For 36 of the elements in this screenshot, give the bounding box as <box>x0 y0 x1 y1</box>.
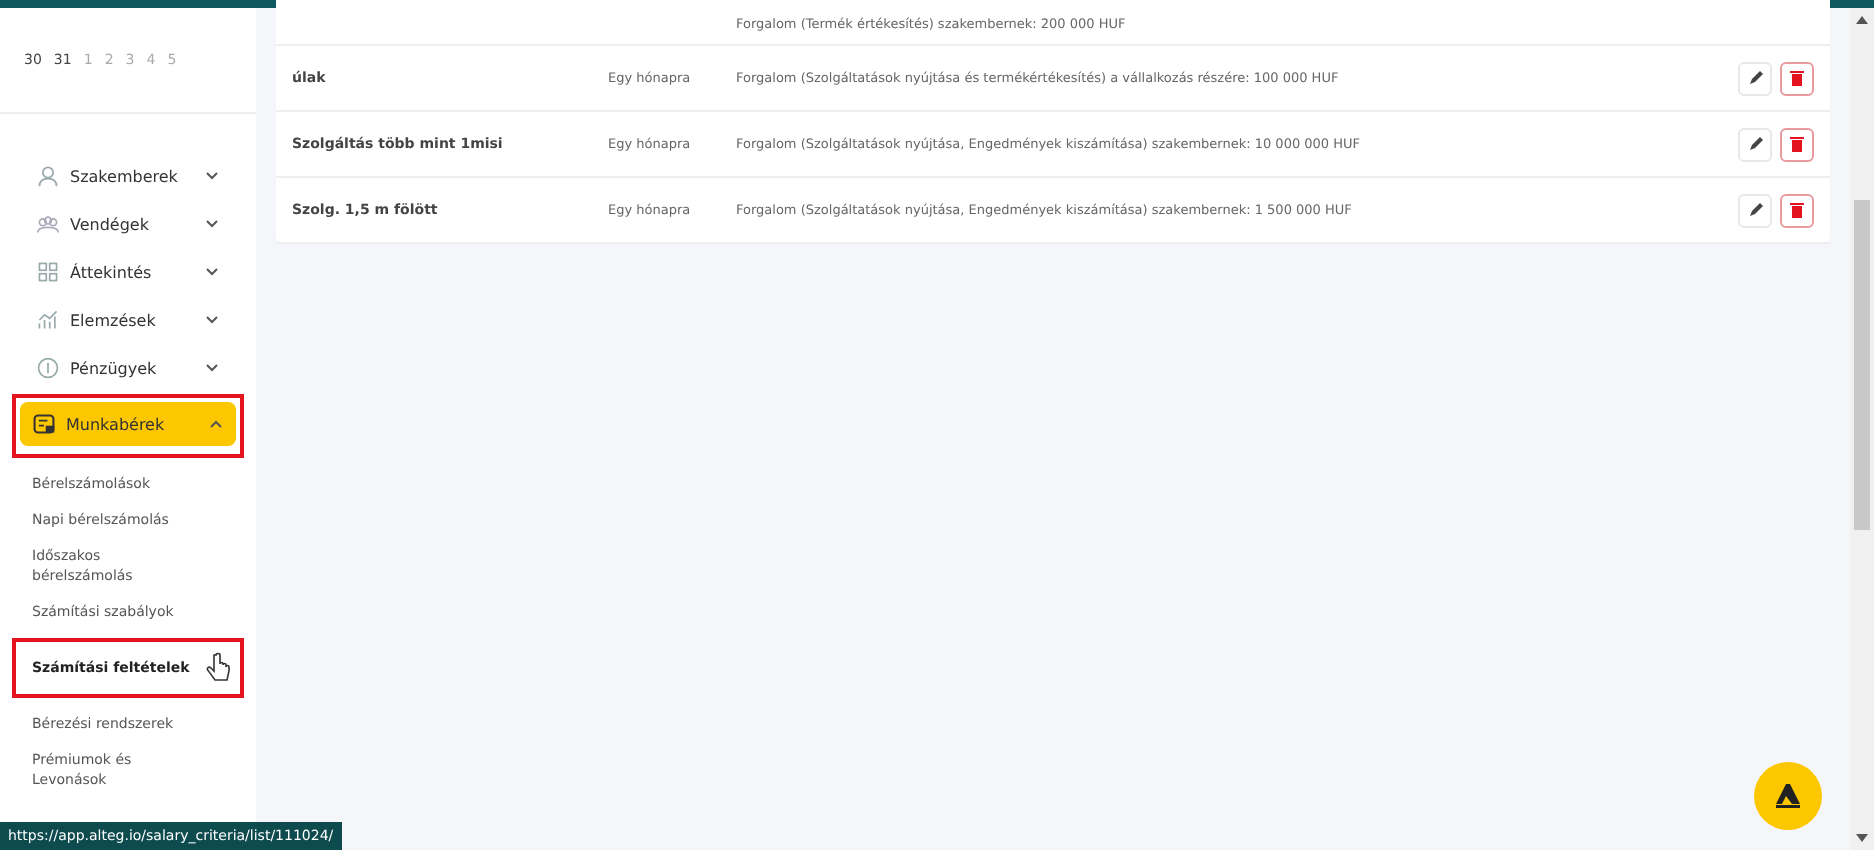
scrollbar[interactable] <box>1850 8 1874 850</box>
pencil-icon <box>1747 136 1763 152</box>
chat-button[interactable] <box>1754 762 1822 830</box>
chart-icon <box>36 308 60 332</box>
chevron-icon <box>204 312 220 328</box>
wallet-icon <box>32 412 56 436</box>
person-icon <box>36 164 60 188</box>
sidebar-item[interactable]: Áttekintés <box>24 250 232 294</box>
trash-icon <box>1790 202 1804 218</box>
chevron-icon <box>208 416 224 432</box>
pencil-icon <box>1747 70 1763 86</box>
scroll-up-icon[interactable] <box>1856 14 1868 24</box>
sidebar-item[interactable]: Munkabérek <box>20 402 236 446</box>
pencil-icon <box>1747 202 1763 218</box>
edit-button[interactable] <box>1738 127 1772 161</box>
scroll-down-icon[interactable] <box>1856 834 1868 844</box>
delete-button[interactable] <box>1780 127 1814 161</box>
chevron-icon <box>204 216 220 232</box>
delete-button[interactable] <box>1780 61 1814 95</box>
edit-button[interactable] <box>1738 193 1772 227</box>
trash-icon <box>1790 136 1804 152</box>
people-icon <box>36 212 60 236</box>
edit-button[interactable] <box>1738 61 1772 95</box>
trash-icon <box>1790 70 1804 86</box>
grid-icon <box>36 260 60 284</box>
hand-cursor-icon <box>204 652 232 684</box>
chevron-icon <box>204 360 220 376</box>
delete-button[interactable] <box>1780 193 1814 227</box>
chevron-icon <box>204 168 220 184</box>
logo-icon <box>1774 784 1802 808</box>
sidebar-item[interactable]: Szakemberek <box>24 154 232 198</box>
sidebar-item[interactable]: Pénzügyek <box>24 346 232 390</box>
chevron-icon <box>204 264 220 280</box>
sidebar-item[interactable]: Vendégek <box>24 202 232 246</box>
sidebar-item[interactable]: Elemzések <box>24 298 232 342</box>
coin-icon <box>36 356 60 380</box>
